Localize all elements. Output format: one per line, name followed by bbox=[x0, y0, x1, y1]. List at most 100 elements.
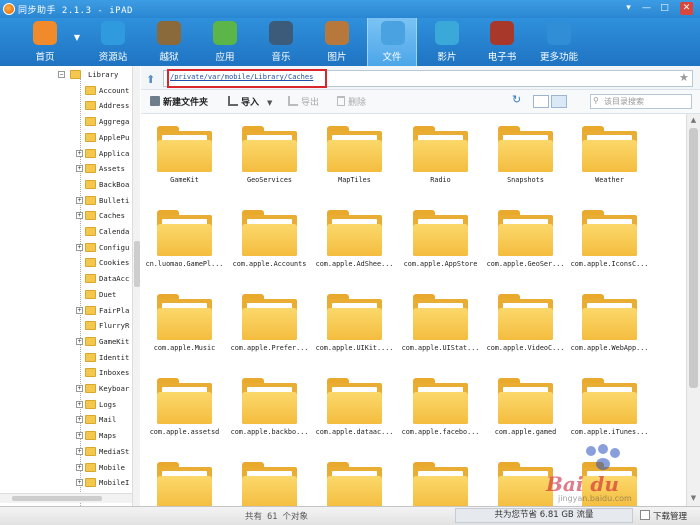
close-icon[interactable]: ✕ bbox=[680, 2, 693, 15]
tree-item[interactable]: + Caches bbox=[0, 208, 132, 224]
folder-item[interactable]: Radio bbox=[398, 118, 483, 201]
scroll-up-arrow-icon[interactable]: ▲ bbox=[687, 114, 700, 126]
grid-scroll-thumb[interactable] bbox=[689, 128, 698, 388]
sidebar-scrollbar[interactable] bbox=[132, 66, 140, 509]
expand-icon[interactable]: + bbox=[76, 463, 83, 471]
folder-item[interactable]: com.apple.VideoC... bbox=[483, 286, 568, 369]
nav-item[interactable]: 资源站 bbox=[88, 18, 138, 66]
up-directory-icon[interactable]: ⬆ bbox=[146, 73, 158, 86]
folder-item[interactable] bbox=[483, 454, 568, 506]
download-icon[interactable] bbox=[640, 510, 650, 520]
grid-scrollbar[interactable]: ▲ ▼ bbox=[686, 114, 700, 506]
nav-item[interactable]: 文件 bbox=[367, 18, 417, 66]
expand-icon[interactable]: + bbox=[76, 400, 83, 408]
tree-item[interactable]: BackBoa bbox=[0, 177, 132, 193]
import-dropdown-icon[interactable]: ▼ bbox=[267, 99, 272, 107]
folder-item[interactable]: Snapshots bbox=[483, 118, 568, 201]
tree-item[interactable]: Aggrega bbox=[0, 114, 132, 130]
expand-icon[interactable]: + bbox=[76, 149, 83, 157]
nav-item[interactable]: 更多功能 bbox=[534, 18, 584, 66]
folder-item[interactable] bbox=[312, 454, 397, 506]
nav-item[interactable]: 影片 bbox=[422, 18, 472, 66]
sidebar-hscroll-thumb[interactable] bbox=[12, 496, 102, 501]
expand-icon[interactable]: + bbox=[76, 432, 83, 440]
tree-item[interactable]: ApplePu bbox=[0, 130, 132, 146]
maximize-icon[interactable]: □ bbox=[658, 2, 671, 15]
tree-item[interactable]: DataAcc bbox=[0, 271, 132, 287]
delete-button[interactable]: 删除 bbox=[337, 95, 366, 109]
folder-item[interactable]: com.apple.backbo... bbox=[227, 370, 312, 453]
folder-item[interactable]: com.apple.AdShee... bbox=[312, 202, 397, 285]
import-button[interactable]: 导入 ▼ bbox=[228, 95, 272, 109]
folder-item[interactable]: com.apple.UIKit.... bbox=[312, 286, 397, 369]
home-dropdown-icon[interactable]: ▼ bbox=[70, 33, 84, 47]
folder-item[interactable] bbox=[227, 454, 312, 506]
folder-item[interactable]: com.apple.Music bbox=[142, 286, 227, 369]
folder-item[interactable]: Weather bbox=[567, 118, 652, 201]
tree-item[interactable]: + Applica bbox=[0, 146, 132, 162]
minimize-icon[interactable]: — bbox=[640, 2, 653, 15]
expand-icon[interactable]: + bbox=[76, 416, 83, 424]
nav-item[interactable]: 越狱 bbox=[144, 18, 194, 66]
tree-item[interactable]: Calenda bbox=[0, 224, 132, 240]
tree-item[interactable]: + Maps bbox=[0, 428, 132, 444]
tree-item[interactable]: + Keyboar bbox=[0, 381, 132, 397]
sidebar-horizontal-scrollbar[interactable] bbox=[0, 493, 132, 503]
new-folder-button[interactable]: 新建文件夹 bbox=[150, 95, 208, 109]
folder-item[interactable]: com.apple.assetsd bbox=[142, 370, 227, 453]
scroll-down-arrow-icon[interactable]: ▼ bbox=[687, 492, 700, 504]
nav-item[interactable]: 电子书 bbox=[477, 18, 527, 66]
expand-icon[interactable]: + bbox=[76, 385, 83, 392]
search-input[interactable]: 该目录搜索 bbox=[590, 94, 692, 109]
folder-item[interactable]: com.apple.iTunes... bbox=[567, 370, 652, 453]
folder-item[interactable]: com.apple.GeoSer... bbox=[483, 202, 568, 285]
tree-item[interactable]: + Assets bbox=[0, 161, 132, 177]
tree-item[interactable]: Identit bbox=[0, 350, 132, 366]
expand-icon[interactable]: + bbox=[76, 212, 83, 220]
collapse-icon[interactable]: − bbox=[58, 71, 65, 78]
folder-item[interactable] bbox=[567, 454, 652, 506]
expand-icon[interactable]: + bbox=[76, 306, 83, 314]
folder-item[interactable]: com.apple.IconsC... bbox=[567, 202, 652, 285]
tree-item[interactable]: Address bbox=[0, 98, 132, 114]
tree-item[interactable]: + Mobile bbox=[0, 460, 132, 476]
export-button[interactable]: 导出 bbox=[288, 95, 319, 109]
nav-item[interactable]: 应用 bbox=[200, 18, 250, 66]
tree-item[interactable]: Cookies bbox=[0, 255, 132, 271]
folder-item[interactable]: com.apple.AppStore bbox=[398, 202, 483, 285]
folder-item[interactable]: MapTiles bbox=[312, 118, 397, 201]
list-view-icon[interactable] bbox=[533, 95, 549, 108]
tree-item[interactable]: + Logs bbox=[0, 397, 132, 413]
menu-dropdown-icon[interactable]: ▾ bbox=[622, 2, 635, 15]
folder-item[interactable]: com.apple.facebo... bbox=[398, 370, 483, 453]
tree-item[interactable]: Duet bbox=[0, 287, 132, 303]
tree-item[interactable]: + Mail bbox=[0, 412, 132, 428]
download-manager-link[interactable]: 下载管理 bbox=[653, 510, 687, 522]
expand-icon[interactable]: + bbox=[76, 479, 83, 487]
tree-item[interactable]: + MobileI bbox=[0, 475, 132, 491]
folder-item[interactable]: GameKit bbox=[142, 118, 227, 201]
favorite-star-icon[interactable]: ★ bbox=[679, 71, 689, 84]
tree-item-library[interactable]: − Library bbox=[0, 67, 132, 83]
folder-item[interactable]: GeoServices bbox=[227, 118, 312, 201]
folder-item[interactable] bbox=[398, 454, 483, 506]
expand-icon[interactable]: + bbox=[76, 337, 83, 345]
expand-icon[interactable]: + bbox=[76, 243, 83, 251]
tree-item[interactable]: + Configu bbox=[0, 240, 132, 256]
folder-item[interactable] bbox=[142, 454, 227, 506]
refresh-icon[interactable]: ↻ bbox=[512, 93, 521, 107]
folder-item[interactable]: com.apple.WebApp... bbox=[567, 286, 652, 369]
tree-item[interactable]: Inboxes bbox=[0, 365, 132, 381]
folder-item[interactable]: com.apple.Accounts bbox=[227, 202, 312, 285]
tree-item[interactable]: Account bbox=[0, 83, 132, 99]
expand-icon[interactable]: + bbox=[76, 196, 83, 204]
nav-item[interactable]: 首页 bbox=[20, 18, 70, 66]
folder-item[interactable]: cn.luomao.GamePl... bbox=[142, 202, 227, 285]
sidebar-scroll-thumb[interactable] bbox=[134, 241, 140, 287]
tree-item[interactable]: + FairPla bbox=[0, 303, 132, 319]
nav-item[interactable]: 音乐 bbox=[256, 18, 306, 66]
folder-item[interactable]: com.apple.gamed bbox=[483, 370, 568, 453]
tree-item[interactable]: + Bulleti bbox=[0, 193, 132, 209]
folder-item[interactable]: com.apple.UIStat... bbox=[398, 286, 483, 369]
tree-item[interactable]: + GameKit bbox=[0, 334, 132, 350]
